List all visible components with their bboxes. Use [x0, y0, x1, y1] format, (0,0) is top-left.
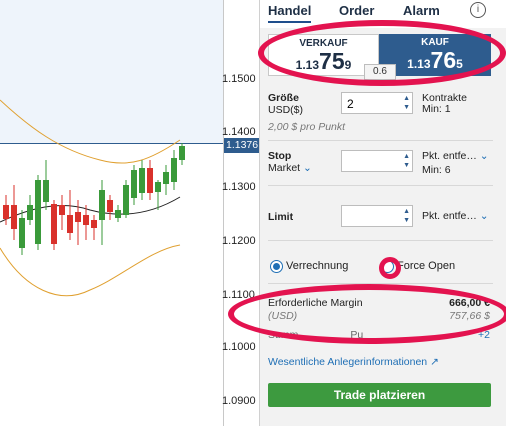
divider — [268, 185, 493, 186]
candle — [51, 200, 57, 250]
size-right-min: Min: 1 — [422, 103, 451, 115]
y-axis-label: 1.1200 — [222, 235, 256, 247]
place-trade-button[interactable]: Trade platzieren — [268, 383, 491, 407]
radio-netting-label: Verrechnung — [286, 260, 349, 272]
chevron-down-icon: ⌄ — [476, 210, 489, 222]
radio-force-open-label: Force Open — [397, 260, 456, 272]
size-value: 2 — [347, 97, 354, 111]
y-axis-label: 1.1000 — [222, 341, 256, 353]
limit-stepper-icon[interactable]: ▲ ▼ — [403, 207, 410, 225]
price-chart[interactable]: 1.1500 1.1400 1.1300 1.1200 1.1100 1.100… — [0, 0, 261, 426]
chevron-down-icon: ⌄ — [476, 150, 489, 162]
external-link-icon: ↗ — [430, 356, 439, 368]
candle — [35, 175, 41, 250]
limit-input[interactable]: ▲ ▼ — [341, 205, 413, 227]
stop-type-select[interactable]: Market ⌄ — [268, 162, 312, 174]
highlight-ellipse-prices — [258, 20, 506, 86]
highlight-ellipse-margin — [228, 284, 506, 344]
stop-input[interactable]: ▲ ▼ — [341, 150, 413, 172]
limit-distance-label: Pkt. entfe… — [422, 210, 477, 222]
stop-right-min: Min: 6 — [422, 164, 451, 176]
stop-type-value: Market — [268, 162, 301, 174]
overbought-zone — [0, 0, 224, 143]
stop-distance-label: Pkt. entfe… — [422, 150, 477, 162]
kid-link[interactable]: Wesentliche Anlegerinformationen ↗ — [268, 356, 439, 368]
tab-handel[interactable]: Handel — [268, 3, 312, 23]
divider — [268, 140, 493, 141]
y-axis-label: 1.0900 — [222, 395, 256, 407]
size-unit: USD($) — [268, 104, 304, 116]
candle — [123, 180, 129, 218]
y-axis-label: 1.1500 — [222, 73, 256, 85]
divider — [268, 240, 493, 241]
highlight-circle-force-open — [379, 257, 401, 279]
current-price-tag: 1.1376 — [224, 138, 261, 153]
chart-canvas — [0, 0, 224, 426]
radio-netting[interactable] — [270, 260, 283, 273]
chevron-down-icon: ⌄ — [300, 162, 312, 174]
size-hint: 2,00 $ pro Punkt — [268, 121, 346, 133]
limit-distance-select[interactable]: Pkt. entfe… ⌄ — [422, 210, 489, 222]
stop-label: Stop — [268, 150, 292, 162]
limit-label: Limit — [268, 211, 294, 223]
size-stepper-icon[interactable]: ▲ ▼ — [403, 94, 410, 112]
y-axis-label: 1.1300 — [222, 181, 256, 193]
tab-order[interactable]: Order — [339, 3, 374, 18]
kid-link-text: Wesentliche Anlegerinformationen — [268, 356, 428, 368]
y-axis-label: 1.1400 — [222, 126, 256, 138]
info-icon[interactable]: i — [470, 2, 486, 18]
tab-alarm[interactable]: Alarm — [403, 3, 440, 18]
size-label: Größe — [268, 92, 299, 104]
size-input[interactable]: 2 ▲ ▼ — [341, 92, 413, 114]
stop-distance-select[interactable]: Pkt. entfe… ⌄ — [422, 150, 489, 162]
stop-stepper-icon[interactable]: ▲ ▼ — [403, 152, 410, 170]
